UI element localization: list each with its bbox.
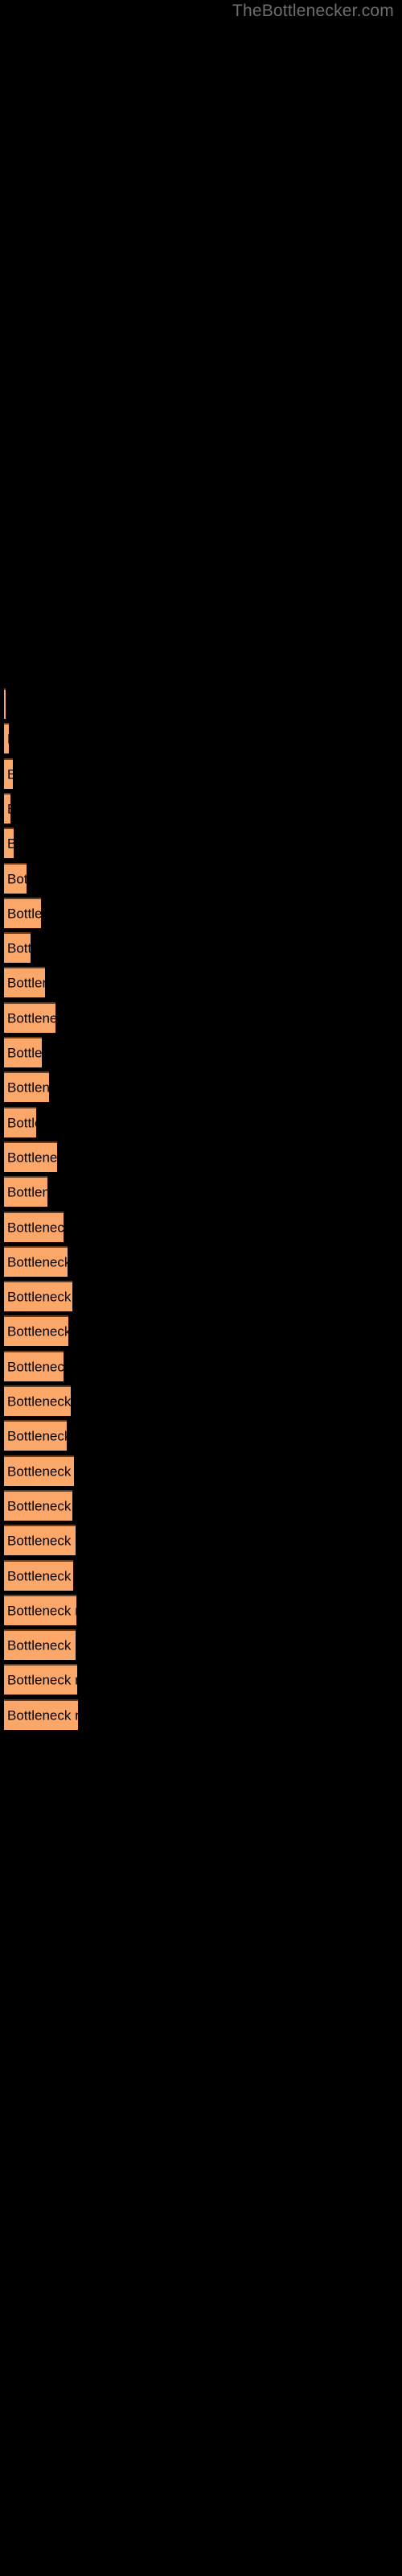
bar: Bottleneck result (4, 897, 41, 928)
bar-label: Bottleneck result (7, 1603, 76, 1619)
bar: Bottleneck result (4, 1245, 68, 1277)
bar: Bottleneck result (4, 1211, 64, 1242)
bar: Bottleneck result (4, 1176, 47, 1208)
bar-label: Bottleneck result (7, 1568, 73, 1583)
bar-label: Bottleneck result (7, 871, 27, 886)
bar: Bottleneck result (4, 723, 9, 754)
bar-label: Bottleneck result (7, 1289, 72, 1305)
bar-chart-figure: TheBottlenecker.com Bottleneck resultBot… (0, 0, 402, 2576)
bar-label: Bottleneck result (7, 1463, 74, 1480)
bar: Bottleneck result (4, 1106, 36, 1137)
bar-label: Bottleneck result (7, 1010, 55, 1026)
bar: Bottleneck result (4, 1141, 57, 1172)
bar: Bottleneck result (4, 1281, 72, 1312)
bar-label: Bottleneck result (7, 1707, 78, 1724)
bar: Bottleneck result (4, 932, 31, 964)
bar-label: Bottleneck result (7, 940, 31, 956)
bar-label: Bottleneck result (7, 802, 10, 815)
bar: Bottleneck result (4, 792, 10, 824)
bar-label: Bottleneck result (7, 733, 9, 746)
bar: Bottleneck result (4, 1420, 67, 1451)
bar-label: Bottleneck result (7, 1045, 42, 1061)
bar: Bottleneck result (4, 1489, 72, 1521)
bar: Bottleneck result (4, 1629, 76, 1661)
bar-label: Bottleneck result (7, 1428, 67, 1444)
bar-label: Bottleneck result (7, 1393, 71, 1410)
bar: Bottleneck result (4, 1037, 42, 1067)
bar: Bottleneck result (4, 862, 27, 894)
bar: Bottleneck result (4, 1001, 55, 1033)
bar-label: Bottleneck result (7, 767, 13, 781)
bar-label: Bottleneck result (7, 1220, 64, 1235)
bar: Bottleneck result (4, 1071, 49, 1103)
bar: Bottleneck result (4, 1699, 78, 1730)
bar-label: Bottleneck result (7, 906, 41, 922)
bar-label: Bottleneck result (7, 1184, 47, 1200)
bar-label: Bottleneck result (7, 975, 45, 991)
bar: Bottleneck result (4, 758, 13, 789)
bar: Bottleneck result (4, 1350, 64, 1381)
bar: Bottleneck result (4, 1664, 77, 1695)
bar-label: Bottleneck result (7, 1080, 49, 1096)
bar: Bottleneck result (4, 828, 14, 859)
bar-label: Bottleneck result (7, 1637, 76, 1653)
bar: Bottleneck result (4, 1525, 76, 1556)
bar: Bottleneck result (4, 967, 45, 998)
bar-label: Bottleneck result (7, 1323, 68, 1340)
bar-label: Bottleneck result (7, 1115, 36, 1131)
bar-label: Bottleneck result (7, 837, 14, 851)
bar: Bottleneck result (4, 1594, 76, 1625)
bar-label: Bottleneck result (7, 1359, 64, 1375)
plot-area: Bottleneck result Bottleneck result Bottle… (0, 0, 402, 2576)
bar: Bottleneck result (4, 1315, 68, 1347)
bar: Bottleneck result (4, 688, 6, 719)
bar-label: Bottleneck result (7, 1672, 77, 1688)
bar: Bottleneck result (4, 1559, 73, 1591)
bar-label: Bottleneck result (7, 1533, 76, 1549)
bar-label: Bottleneck result (7, 1254, 68, 1270)
bar: Bottleneck result (4, 1455, 74, 1486)
bar-label: Bottleneck result (7, 1498, 72, 1514)
bar-label: Bottleneck result (7, 1150, 57, 1166)
bar: Bottleneck result (4, 1385, 71, 1416)
